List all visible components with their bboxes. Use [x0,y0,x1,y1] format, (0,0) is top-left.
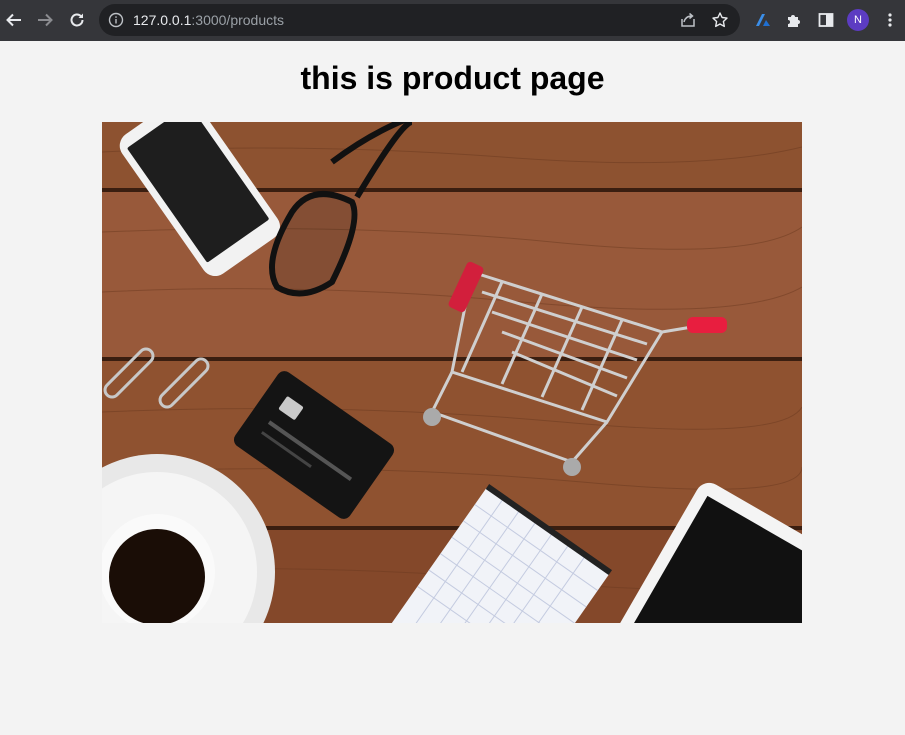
back-button[interactable] [1,7,27,33]
product-image [102,122,802,623]
reload-button[interactable] [64,7,90,33]
address-bar[interactable]: 127.0.0.1:3000/products [99,4,740,36]
url-path: :3000/products [191,12,285,28]
arrow-left-icon [6,13,21,27]
profile-avatar[interactable]: N [847,9,869,31]
side-panel-icon [818,13,834,27]
url-host: 127.0.0.1 [133,12,192,28]
product-photo-shopping-cart-desk [102,122,802,623]
share-icon[interactable] [679,11,697,29]
forward-button[interactable] [32,7,58,33]
extensions-menu-button[interactable] [781,7,807,33]
bookmark-star-icon[interactable] [711,11,729,29]
browser-menu-button[interactable] [877,7,903,33]
browser-toolbar: 127.0.0.1:3000/products N [0,0,905,41]
extension-button[interactable] [750,7,776,33]
azure-extension-icon [756,14,770,26]
page-heading: this is product page [300,60,605,96]
puzzle-piece-icon [788,15,800,27]
arrow-right-icon [38,13,53,27]
reload-icon [70,13,84,27]
url-text[interactable]: 127.0.0.1:3000/products [133,4,284,36]
more-vertical-icon [888,13,892,27]
side-panel-button[interactable] [813,7,839,33]
info-icon[interactable] [108,12,124,28]
